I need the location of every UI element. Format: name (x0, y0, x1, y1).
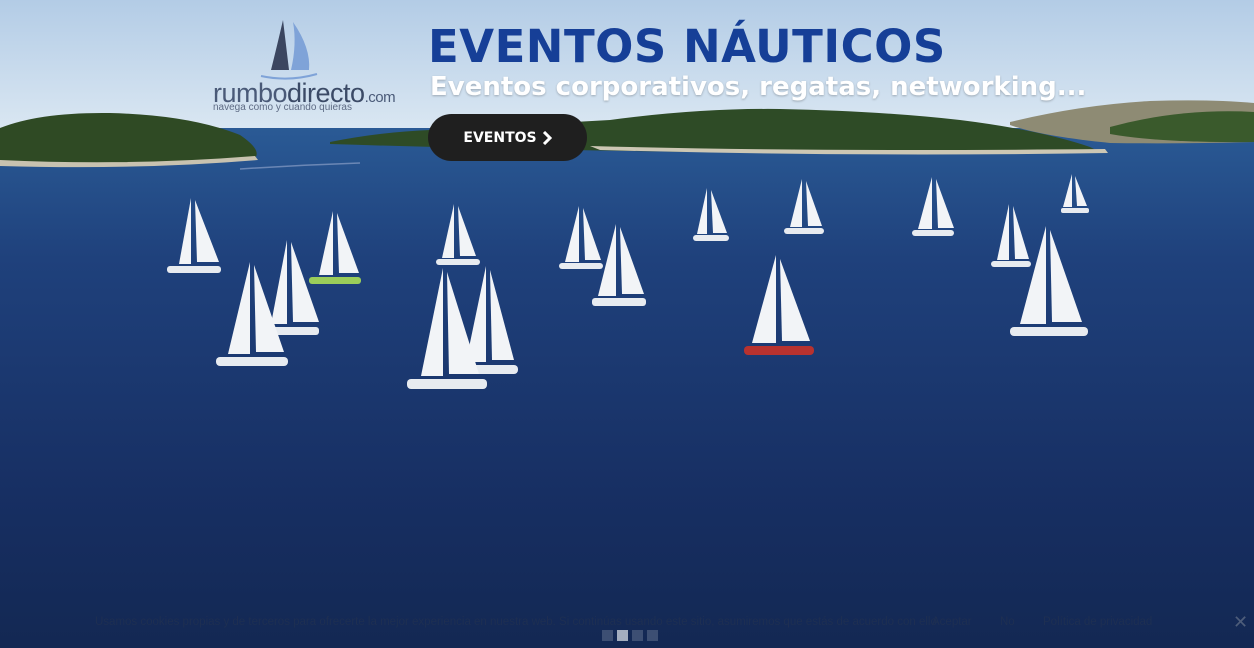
logo-domain: .com (364, 89, 396, 106)
slider-dot-3[interactable] (632, 630, 643, 641)
cookie-accept-link[interactable]: Aceptar (932, 616, 972, 628)
hero-subtitle: Eventos corporativos, regatas, networkin… (430, 72, 1087, 102)
slider-dot-2[interactable] (617, 630, 628, 641)
logo-tagline: navega como y cuando quieras (213, 102, 352, 113)
chevron-right-icon (542, 130, 552, 145)
cookie-policy-link[interactable]: Política de privacidad (1043, 616, 1152, 628)
hero-title: EVENTOS NÁUTICOS (428, 20, 946, 73)
slider-dot-4[interactable] (647, 630, 658, 641)
slider-pagination (602, 630, 658, 641)
cookie-reject-link[interactable]: No (1000, 616, 1015, 628)
hero-slider: rumbodirecto.com navega como y cuando qu… (0, 0, 1254, 648)
site-logo[interactable]: rumbodirecto.com navega como y cuando qu… (205, 18, 405, 118)
eventos-button[interactable]: EVENTOS (428, 114, 587, 161)
cookie-message: Usamos cookies propias y de terceros par… (95, 616, 937, 628)
eventos-button-label: EVENTOS (463, 129, 537, 146)
close-icon[interactable]: ✕ (1233, 612, 1248, 633)
slider-dot-1[interactable] (602, 630, 613, 641)
